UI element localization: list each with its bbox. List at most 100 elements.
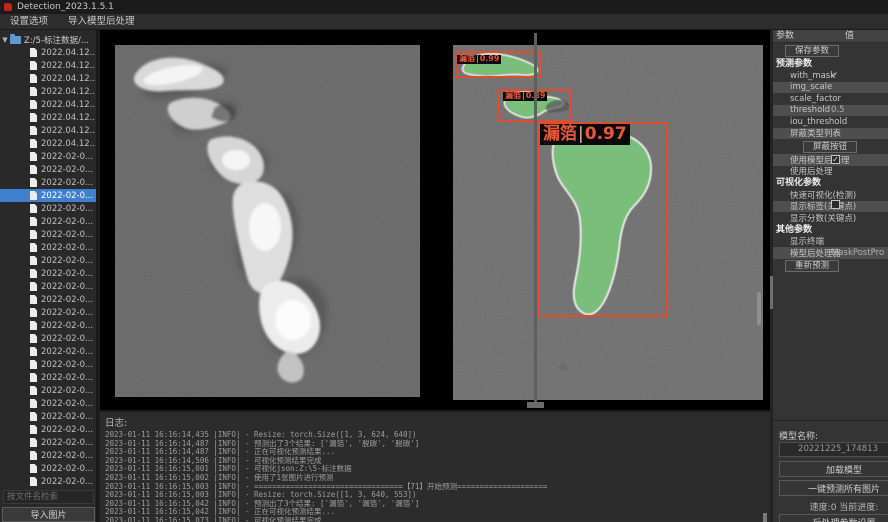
load-model-button[interactable]: 加载模型 xyxy=(779,461,888,477)
checkbox[interactable] xyxy=(831,200,840,209)
search-input[interactable] xyxy=(3,490,94,504)
tree-item[interactable]: 2022.04.12... xyxy=(0,98,96,111)
param-row[interactable]: 显示标签(关键点) xyxy=(773,201,888,213)
param-row[interactable]: 显示分数(关键点) xyxy=(773,212,888,224)
tree-item[interactable]: 2022-02-0... xyxy=(0,189,96,202)
log-panel[interactable]: 日志: 2023-01-11 16:16:14,435 |INFO| - Res… xyxy=(100,410,770,522)
tree-item[interactable]: 2022-02-0... xyxy=(0,397,96,410)
param-button-row: 屏蔽按钮 xyxy=(773,139,888,154)
tree-item[interactable]: 2022-02-0... xyxy=(0,293,96,306)
log-lines: 2023-01-11 16:16:14,435 |INFO| - Resize:… xyxy=(100,431,770,522)
tree-item[interactable]: 2022-02-0... xyxy=(0,345,96,358)
params-scrollbar[interactable] xyxy=(770,276,773,309)
tree-item[interactable]: 2022-02-0... xyxy=(0,423,96,436)
param-value xyxy=(831,200,888,212)
raw-image xyxy=(115,45,420,397)
tree-item[interactable]: 2022-02-0... xyxy=(0,150,96,163)
menu-import-postprocess[interactable]: 导入模型后处理 xyxy=(58,14,145,30)
postprocess-settings-button[interactable]: 后处理参数设置 xyxy=(779,514,888,522)
param-row[interactable]: 使用后处理 xyxy=(773,166,888,178)
splitter-handle[interactable] xyxy=(527,402,544,408)
tree-item[interactable]: 2022.04.12... xyxy=(0,85,96,98)
file-tree: ▼ Z:/5-标注数据/... 2022.04.12...2022.04.12.… xyxy=(0,30,96,488)
tree-item[interactable]: 2022-02-0... xyxy=(0,280,96,293)
tree-item[interactable]: 2022-02-0... xyxy=(0,332,96,345)
tree-item[interactable]: 2022-02-0... xyxy=(0,267,96,280)
param-action-button[interactable]: 保存参数 xyxy=(785,45,839,57)
tree-item[interactable]: 2022.04.12... xyxy=(0,46,96,59)
param-row[interactable]: scale_factor xyxy=(773,93,888,105)
tree-item[interactable]: 2022.04.12... xyxy=(0,72,96,85)
param-action-button[interactable]: 重新预测 xyxy=(785,260,839,272)
import-images-button[interactable]: 导入图片 xyxy=(2,507,95,522)
tree-item-label: 2022-02-0... xyxy=(41,412,93,422)
param-row[interactable]: 显示终端 xyxy=(773,236,888,248)
tree-item[interactable]: 2022-02-0... xyxy=(0,436,96,449)
tree-item[interactable]: 2022-02-0... xyxy=(0,176,96,189)
tree-item[interactable]: 2022-02-0... xyxy=(0,410,96,423)
tree-item[interactable]: 2022-02-0... xyxy=(0,202,96,215)
file-icon xyxy=(30,87,37,96)
param-value: MaskPostPro xyxy=(831,248,888,258)
param-label: 模型后处理器 xyxy=(773,247,831,259)
param-row[interactable]: threshold0.5 xyxy=(773,105,888,117)
tree-item[interactable]: 2022-02-0... xyxy=(0,228,96,241)
right-image-viewer[interactable]: 漏箔|0.99 漏箔|0.89 漏箔|0.97 xyxy=(453,45,763,400)
file-icon xyxy=(30,165,37,174)
tree-item[interactable]: 2022-02-0... xyxy=(0,475,96,488)
tree-item[interactable]: 2022-02-0... xyxy=(0,241,96,254)
param-action-button[interactable]: 屏蔽按钮 xyxy=(803,141,857,153)
tree-item[interactable]: 2022-02-0... xyxy=(0,462,96,475)
file-icon xyxy=(30,438,37,447)
param-button-row: 保存参数 xyxy=(773,43,888,58)
tree-item-label: 2022-02-0... xyxy=(41,425,93,435)
viewer-scrollbar[interactable] xyxy=(757,292,761,325)
tree-item[interactable]: 2022.04.12... xyxy=(0,137,96,150)
tree-item[interactable]: 2022-02-0... xyxy=(0,371,96,384)
splitter[interactable] xyxy=(534,33,537,405)
param-row[interactable]: img_scale xyxy=(773,82,888,94)
param-row[interactable]: with_mask✓ xyxy=(773,70,888,82)
tree-item[interactable]: 2022-02-0... xyxy=(0,163,96,176)
tree-item[interactable]: 2022.04.12... xyxy=(0,59,96,72)
viewer-area: 漏箔|0.99 漏箔|0.89 漏箔|0.97 xyxy=(100,30,770,410)
tree-root[interactable]: ▼ Z:/5-标注数据/... xyxy=(0,33,96,46)
param-row[interactable]: 快速可视化(检测) xyxy=(773,189,888,201)
tree-item[interactable]: 2022-02-0... xyxy=(0,358,96,371)
expand-arrow-icon[interactable]: ▼ xyxy=(0,36,10,44)
left-image-viewer[interactable] xyxy=(115,45,420,397)
tree-item-label: 2022-02-0... xyxy=(41,399,93,409)
app-icon xyxy=(4,3,12,11)
file-icon xyxy=(30,269,37,278)
checkbox[interactable]: ✓ xyxy=(831,155,840,164)
tree-item[interactable]: 2022-02-0... xyxy=(0,215,96,228)
param-row[interactable]: 模型后处理器MaskPostPro xyxy=(773,247,888,259)
file-icon xyxy=(30,386,37,395)
tree-item[interactable]: 2022.04.12... xyxy=(0,111,96,124)
tree-item-label: 2022-02-0... xyxy=(41,373,93,383)
tree-item-label: 2022-02-0... xyxy=(41,191,93,201)
param-value: ✓ xyxy=(831,71,888,81)
model-name-field[interactable]: 20221225_174813 xyxy=(779,442,888,457)
tree-item[interactable]: 2022-02-0... xyxy=(0,449,96,462)
tree-item-label: 2022.04.12... xyxy=(41,87,96,97)
menu-settings[interactable]: 设置选项 xyxy=(0,14,58,30)
tree-item[interactable]: 2022-02-0... xyxy=(0,306,96,319)
predict-all-button[interactable]: 一键预测所有图片 xyxy=(779,480,888,496)
param-value: ✓ xyxy=(831,155,888,165)
file-icon xyxy=(30,295,37,304)
param-label: 屏蔽类型列表 xyxy=(773,127,831,139)
tree-root-label: Z:/5-标注数据/... xyxy=(24,34,89,46)
param-row[interactable]: iou_threshold xyxy=(773,116,888,128)
file-icon xyxy=(30,139,37,148)
tree-item-label: 2022-02-0... xyxy=(41,451,93,461)
param-row[interactable]: 屏蔽类型列表 xyxy=(773,128,888,140)
tree-item[interactable]: 2022-02-0... xyxy=(0,319,96,332)
tree-item[interactable]: 2022-02-0... xyxy=(0,254,96,267)
tree-item[interactable]: 2022-02-0... xyxy=(0,384,96,397)
param-section-header: 可视化参数 xyxy=(773,177,888,189)
param-row[interactable]: 使用模型后处理✓ xyxy=(773,154,888,166)
log-scrollbar[interactable] xyxy=(763,513,767,522)
tree-item[interactable]: 2022.04.12... xyxy=(0,124,96,137)
param-label: with_mask xyxy=(773,71,831,81)
